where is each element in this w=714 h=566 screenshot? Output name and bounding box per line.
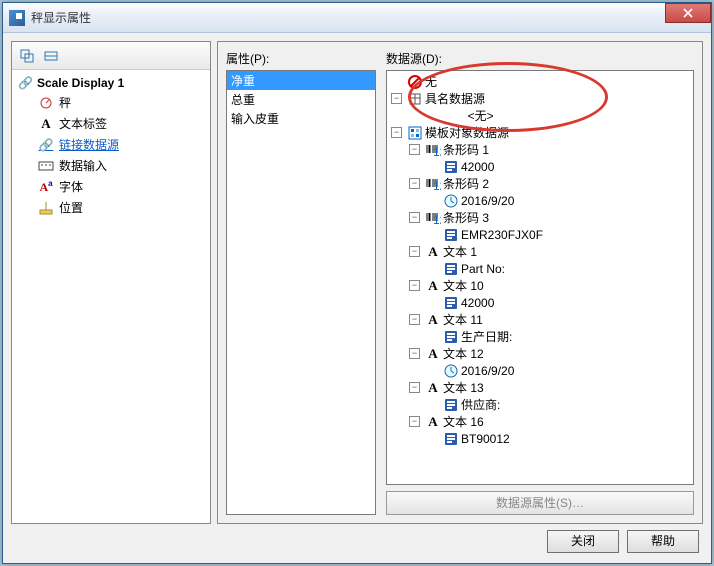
ds-item[interactable]: −A文本 12	[389, 345, 691, 362]
app-icon	[9, 10, 25, 26]
ds-value[interactable]: BT90012	[389, 430, 691, 447]
barcode-icon: 123	[425, 142, 441, 158]
nav-item-3[interactable]: 数据输入	[14, 155, 208, 176]
dialog-window: 秤显示属性 🔗	[2, 2, 712, 564]
ds-value[interactable]: 生产日期:	[389, 328, 691, 345]
ds-value[interactable]: 2016/9/20	[389, 362, 691, 379]
datasource-props-button[interactable]: 数据源属性(S)…	[386, 491, 694, 515]
link-icon: 🔗	[18, 76, 33, 90]
ds-value[interactable]: EMR230FJX0F	[389, 226, 691, 243]
tree-root[interactable]: 🔗 Scale Display 1	[14, 74, 208, 92]
embed-icon	[443, 159, 459, 175]
text-a-icon: A	[425, 278, 441, 294]
collapse-all-button[interactable]	[40, 45, 62, 67]
props-label: 属性(P):	[226, 50, 376, 67]
toggle-icon[interactable]: −	[391, 127, 402, 138]
ds-named[interactable]: −具名数据源	[389, 90, 691, 107]
text-a-icon: A	[425, 244, 441, 260]
left-pane: 🔗 Scale Display 1 秤A文本标签🔗链接数据源数据输入Aa字体位置	[11, 41, 211, 524]
embed-icon	[443, 431, 459, 447]
text-a-icon: A	[425, 312, 441, 328]
tree-root-label: Scale Display 1	[37, 76, 124, 90]
props-item[interactable]: 净重	[227, 71, 375, 90]
svg-text:123: 123	[433, 213, 441, 224]
help-button[interactable]: 帮助	[627, 530, 699, 553]
embed-icon	[443, 227, 459, 243]
font-icon: Aa	[38, 179, 54, 195]
ds-none[interactable]: 无	[389, 73, 691, 90]
nav-item-0[interactable]: 秤	[14, 92, 208, 113]
ds-item[interactable]: −A文本 16	[389, 413, 691, 430]
nav-item-1[interactable]: A文本标签	[14, 113, 208, 134]
ds-named-empty[interactable]: <无>	[389, 107, 691, 124]
nav-item-5[interactable]: 位置	[14, 197, 208, 218]
left-toolbar	[12, 42, 210, 70]
ds-value[interactable]: 2016/9/20	[389, 192, 691, 209]
datasource-label: 数据源(D):	[386, 50, 694, 67]
props-item[interactable]: 输入皮重	[227, 109, 375, 128]
ds-template[interactable]: −模板对象数据源	[389, 124, 691, 141]
tmpl-icon	[407, 125, 423, 141]
	[443, 108, 459, 124]
ds-value[interactable]: 42000	[389, 158, 691, 175]
toggle-icon[interactable]: −	[409, 314, 420, 325]
svg-text:123: 123	[433, 145, 441, 156]
titlebar[interactable]: 秤显示属性	[3, 3, 711, 33]
toggle-icon[interactable]: −	[409, 382, 420, 393]
embed-icon	[443, 397, 459, 413]
props-listbox[interactable]: 净重总重输入皮重	[226, 70, 376, 515]
barcode-icon: 123	[425, 176, 441, 192]
ds-item[interactable]: −123条形码 3	[389, 209, 691, 226]
toggle-icon[interactable]: −	[409, 144, 420, 155]
toggle-icon[interactable]: −	[391, 93, 402, 104]
ds-value[interactable]: Part No:	[389, 260, 691, 277]
toggle-icon[interactable]: −	[409, 280, 420, 291]
ds-item[interactable]: −A文本 11	[389, 311, 691, 328]
toggle-icon[interactable]: −	[409, 246, 420, 257]
toggle-icon[interactable]: −	[409, 348, 420, 359]
window-title: 秤显示属性	[31, 9, 666, 26]
embed-icon	[443, 261, 459, 277]
db-icon	[407, 91, 423, 107]
embed-icon	[443, 295, 459, 311]
text-a-icon: A	[425, 414, 441, 430]
ds-value[interactable]: 42000	[389, 294, 691, 311]
keyboard-icon	[38, 158, 54, 174]
ds-item[interactable]: −123条形码 2	[389, 175, 691, 192]
toggle-icon[interactable]: −	[409, 212, 420, 223]
close-window-button[interactable]	[665, 3, 711, 23]
right-pane: 属性(P): 净重总重输入皮重 数据源(D): 无−具名数据源 <无>−模板对象…	[217, 41, 703, 524]
toggle-icon[interactable]: −	[409, 416, 420, 427]
ds-item[interactable]: −A文本 13	[389, 379, 691, 396]
ds-item[interactable]: −A文本 1	[389, 243, 691, 260]
barcode-icon: 123	[425, 210, 441, 226]
svg-text:123: 123	[433, 179, 441, 190]
none-icon	[407, 74, 423, 90]
nav-item-4[interactable]: Aa字体	[14, 176, 208, 197]
props-item[interactable]: 总重	[227, 90, 375, 109]
text-a-icon: A	[425, 346, 441, 362]
ds-item[interactable]: −123条形码 1	[389, 141, 691, 158]
link-icon: 🔗	[38, 137, 54, 153]
text-a-icon: A	[425, 380, 441, 396]
ds-value[interactable]: 供应商:	[389, 396, 691, 413]
scale-icon	[38, 95, 54, 111]
text-a-icon: A	[38, 116, 54, 132]
nav-item-2[interactable]: 🔗链接数据源	[14, 134, 208, 155]
clock-icon	[443, 363, 459, 379]
nav-tree[interactable]: 🔗 Scale Display 1 秤A文本标签🔗链接数据源数据输入Aa字体位置	[12, 70, 210, 523]
close-button[interactable]: 关闭	[547, 530, 619, 553]
toggle-icon[interactable]: −	[409, 178, 420, 189]
footer: 关闭 帮助	[11, 530, 703, 555]
embed-icon	[443, 329, 459, 345]
ruler-icon	[38, 200, 54, 216]
clock-icon	[443, 193, 459, 209]
expand-all-button[interactable]	[16, 45, 38, 67]
ds-item[interactable]: −A文本 10	[389, 277, 691, 294]
datasource-tree[interactable]: 无−具名数据源 <无>−模板对象数据源−123条形码 142000−123条形码…	[386, 70, 694, 485]
